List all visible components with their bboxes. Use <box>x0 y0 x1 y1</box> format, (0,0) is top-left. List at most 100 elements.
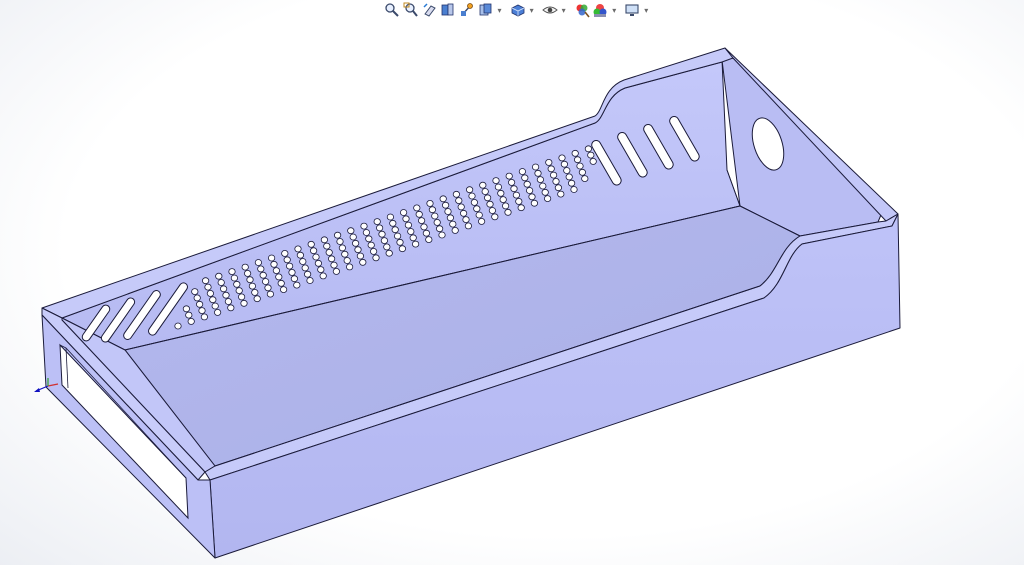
perforation-hole <box>241 263 249 271</box>
section-view-icon[interactable] <box>440 1 457 19</box>
perforation-hole <box>431 212 439 220</box>
perforation-hole <box>422 229 430 237</box>
perforation-hole <box>277 279 285 287</box>
hide-show-items-icon[interactable] <box>541 1 558 19</box>
perforation-hole <box>309 247 318 255</box>
previous-view-icon[interactable] <box>421 1 438 19</box>
perforation-hole <box>359 258 367 266</box>
perforation-hole <box>211 302 219 310</box>
perforation-hole <box>413 204 421 212</box>
perforation-hole <box>323 242 331 250</box>
perforation-hole <box>385 249 393 257</box>
perforation-hole <box>325 248 333 256</box>
perforation-hole <box>462 216 470 224</box>
perforation-hole <box>343 257 351 264</box>
perforation-hole <box>459 209 468 217</box>
perforation-hole <box>433 218 441 226</box>
perforation-hole <box>407 228 415 235</box>
view-settings-icon[interactable] <box>624 1 641 19</box>
chevron-down-icon[interactable]: ▾ <box>643 1 650 19</box>
perforation-hole <box>512 191 521 199</box>
perforation-hole <box>521 174 529 182</box>
view-orientation-icon[interactable] <box>477 1 494 19</box>
graphics-area[interactable]: ▾ ▾ ▾ ▾ ▾ <box>0 0 1024 565</box>
perforation-hole <box>417 217 426 225</box>
perforation-hole <box>530 199 539 207</box>
perforation-hole <box>523 180 531 188</box>
perforation-hole <box>507 178 516 186</box>
perforation-hole <box>248 282 256 290</box>
display-style-icon[interactable] <box>509 1 526 19</box>
zoom-to-area-icon[interactable] <box>403 1 420 19</box>
perforation-hole <box>345 263 354 271</box>
perforation-hole <box>449 220 457 228</box>
perforation-hole <box>558 154 566 162</box>
perforation-hole <box>455 197 463 205</box>
perforation-hole <box>547 165 555 173</box>
perforation-hole <box>330 261 338 269</box>
chevron-down-icon[interactable]: ▾ <box>611 1 618 19</box>
zoom-to-fit-icon[interactable] <box>384 1 401 19</box>
apply-scene-icon[interactable] <box>592 1 609 19</box>
perforation-hole <box>319 272 327 280</box>
perforation-hole <box>312 253 320 261</box>
perforation-hole <box>549 171 558 179</box>
perforation-hole <box>399 209 408 216</box>
perforation-hole <box>341 250 349 258</box>
perforation-hole <box>452 190 460 198</box>
perforation-hole <box>451 226 459 234</box>
perforation-hole <box>294 245 302 253</box>
perforation-hole <box>428 206 436 214</box>
perforation-hole <box>279 286 288 294</box>
perforation-hole <box>479 181 487 189</box>
perforation-hole <box>552 177 560 185</box>
perforation-hole <box>441 201 450 209</box>
perforation-hole <box>267 254 276 262</box>
perforation-hole <box>228 268 236 276</box>
perforation-hole <box>303 270 312 278</box>
perforation-hole <box>589 157 597 165</box>
perforation-hole <box>327 255 336 263</box>
edit-appearance-icon[interactable] <box>573 1 590 19</box>
perforation-hole <box>351 239 360 247</box>
chevron-down-icon[interactable]: ▾ <box>560 1 567 19</box>
perforation-hole <box>240 299 248 307</box>
chevron-down-icon[interactable]: ▾ <box>528 1 535 19</box>
perforation-hole <box>570 186 578 193</box>
dynamic-annotation-icon[interactable] <box>459 1 476 19</box>
perforation-hole <box>193 294 201 302</box>
perforation-hole <box>187 317 195 325</box>
perforation-hole <box>539 182 547 190</box>
perforation-hole <box>259 271 267 279</box>
perforation-hole <box>439 195 447 203</box>
perforation-hole <box>290 275 298 283</box>
perforation-hole <box>477 217 486 225</box>
perforation-hole <box>333 231 342 239</box>
perforation-hole <box>174 322 182 330</box>
tray-model[interactable] <box>0 0 1024 565</box>
perforation-hole <box>214 308 222 316</box>
perforation-hole <box>554 184 563 192</box>
perforation-hole <box>336 238 344 245</box>
perforation-hole <box>534 169 542 177</box>
perforation-hole <box>251 288 259 296</box>
perforation-hole <box>266 290 274 298</box>
perforation-hole <box>464 222 472 230</box>
perforation-hole <box>338 244 346 252</box>
perforation-hole <box>578 168 587 176</box>
perforation-hole <box>457 203 465 211</box>
perforation-hole <box>257 265 265 273</box>
perforation-hole <box>182 305 190 313</box>
perforation-hole <box>332 267 340 275</box>
perforation-hole <box>499 196 507 204</box>
perforation-hole <box>481 188 489 195</box>
perforation-hole <box>244 269 252 277</box>
perforation-hole <box>356 252 364 260</box>
perforation-hole <box>571 149 579 157</box>
perforation-hole <box>491 213 499 221</box>
chevron-down-icon[interactable]: ▾ <box>496 1 503 19</box>
perforation-hole <box>525 187 534 194</box>
perforation-hole <box>391 226 399 234</box>
perforation-hole <box>209 296 217 304</box>
perforation-hole <box>438 231 446 239</box>
